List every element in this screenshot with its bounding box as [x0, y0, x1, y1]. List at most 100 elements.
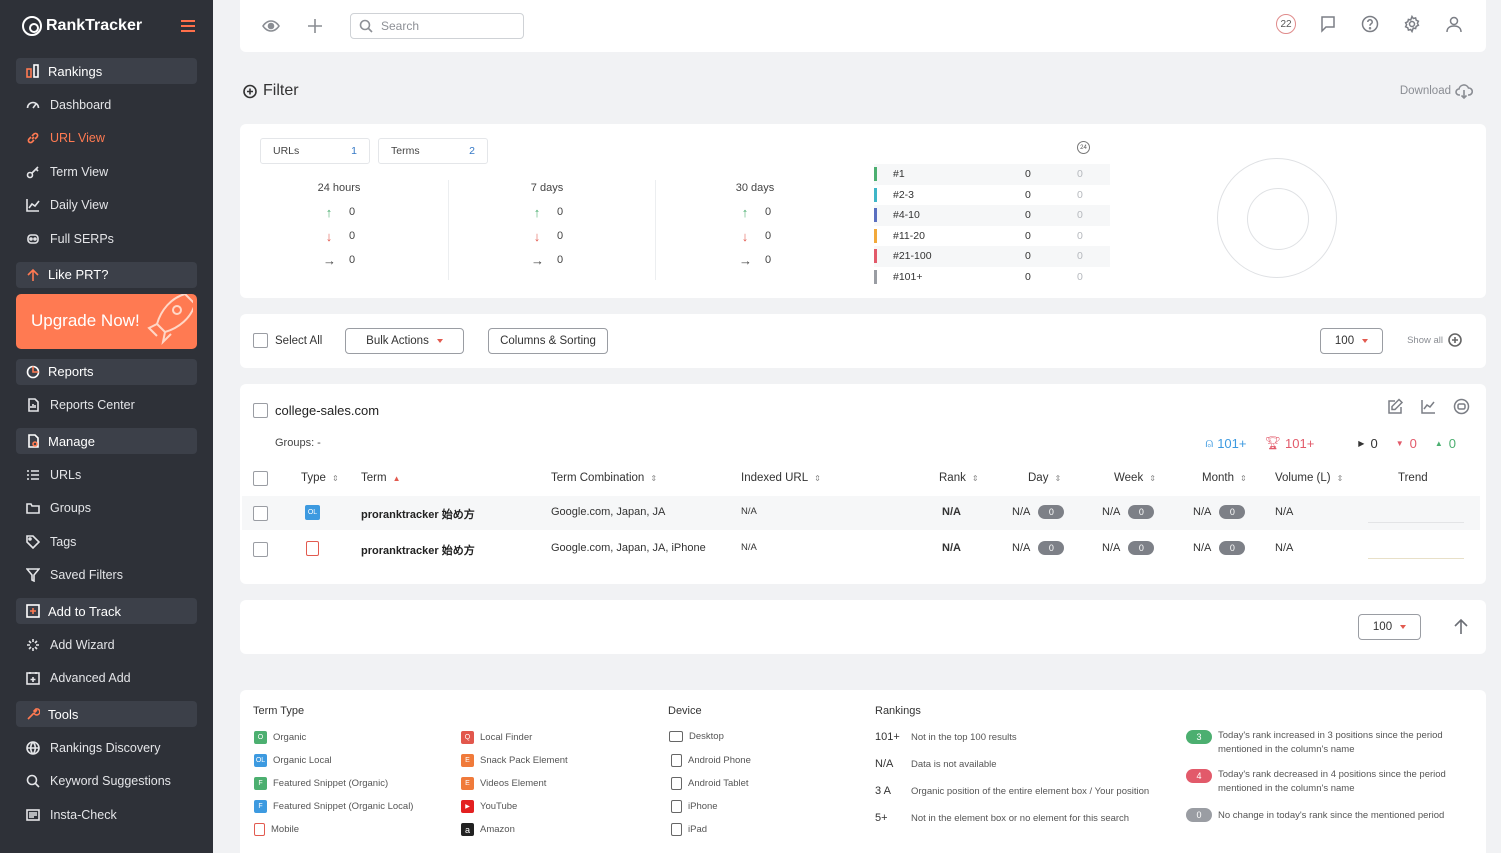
rank-count: 0	[1025, 229, 1031, 242]
edit-icon[interactable]	[1387, 398, 1404, 418]
table-row[interactable]: OL proranktracker 始め方 Google.com, Japan,…	[242, 496, 1480, 530]
robot-icon[interactable]	[1453, 398, 1470, 418]
manage-file-icon	[26, 434, 40, 448]
column-header-type[interactable]: Type ⇕	[301, 472, 339, 484]
search-box[interactable]	[350, 13, 524, 39]
sidebar-item-term-view[interactable]: Term View	[16, 155, 197, 189]
download-label: Download	[1399, 85, 1451, 97]
sidebar-item-tags[interactable]: Tags	[16, 525, 197, 559]
nav-section-tools[interactable]: Tools	[16, 701, 197, 727]
menu-toggle-icon[interactable]	[181, 20, 195, 32]
select-all[interactable]: Select All	[253, 333, 322, 348]
rank-row[interactable]: #2-3 0 0	[874, 185, 1110, 206]
download-button[interactable]: Download	[1400, 83, 1473, 99]
domain-checkbox[interactable]	[253, 403, 268, 418]
flag-icon[interactable]	[1318, 14, 1338, 34]
plus-icon[interactable]	[306, 17, 324, 35]
scroll-top-icon[interactable]	[1452, 618, 1470, 636]
sidebar-item-insta-check[interactable]: Insta-Check	[16, 798, 197, 832]
column-header-volume[interactable]: Volume (L) ⇕	[1275, 472, 1343, 484]
sidebar-item-advanced-add[interactable]: Advanced Add	[16, 662, 197, 696]
table-row[interactable]: proranktracker 始め方 Google.com, Japan, JA…	[242, 532, 1480, 566]
month-change-badge: 0	[1219, 505, 1246, 519]
snack-pack-icon: E	[461, 754, 474, 767]
nav-section-reports[interactable]: Reports	[16, 358, 197, 385]
nav-section-manage[interactable]: Manage	[16, 428, 197, 454]
terms-label: Terms	[391, 145, 420, 157]
sidebar-item-keyword-suggestions[interactable]: Keyword Suggestions	[16, 765, 197, 799]
show-all-button[interactable]: Show all	[1407, 333, 1462, 347]
robot-icon	[26, 232, 40, 246]
column-header-rank[interactable]: Rank ⇕	[939, 472, 979, 484]
rank-row[interactable]: #21-100 0 0	[874, 246, 1110, 267]
rocket-icon	[147, 293, 193, 345]
user-icon[interactable]	[1444, 14, 1464, 34]
page-size-value: 100	[1372, 621, 1393, 633]
sidebar-item-reports-center[interactable]: Reports Center	[16, 389, 197, 423]
sidebar-item-dashboard[interactable]: Dashboard	[16, 88, 197, 122]
organic-local-icon: OL	[254, 754, 267, 767]
sidebar-item-full-serps[interactable]: Full SERPs	[16, 222, 197, 256]
legend-label: Organic Local	[273, 755, 332, 766]
gear-icon[interactable]	[1402, 14, 1422, 34]
sidebar-item-add-wizard[interactable]: Add Wizard	[16, 628, 197, 662]
search-input[interactable]	[381, 19, 511, 33]
column-header-combination[interactable]: Term Combination ⇕	[551, 472, 657, 484]
chart-icon[interactable]	[1420, 398, 1437, 418]
nav-section-rankings[interactable]: Rankings	[16, 58, 197, 84]
key-icon	[26, 165, 40, 179]
sidebar-item-groups[interactable]: Groups	[16, 492, 197, 526]
sort-icon: ⇕	[331, 473, 339, 483]
term-text[interactable]: proranktracker 始め方	[361, 542, 475, 558]
terms-count-pill[interactable]: Terms 2	[378, 138, 488, 164]
nav-section-like[interactable]: Like PRT?	[16, 261, 197, 288]
rank-row[interactable]: #1 0 0	[874, 164, 1110, 185]
rank-color-bar	[874, 228, 877, 243]
domain-name[interactable]: college-sales.com	[275, 403, 379, 418]
sidebar-item-daily-view[interactable]: Daily View	[16, 189, 197, 223]
select-all-rows-checkbox[interactable]	[253, 471, 268, 486]
arrow-down-icon: ↓	[533, 228, 541, 244]
globe-icon	[26, 740, 40, 755]
stat-increased: ▲ 0	[1435, 436, 1456, 451]
column-header-week[interactable]: Week ⇕	[1114, 472, 1156, 484]
sidebar-item-urls[interactable]: URLs	[16, 458, 197, 492]
period-up-count: 0	[556, 206, 564, 218]
rank-row[interactable]: #101+ 0 0	[874, 267, 1110, 288]
notification-badge[interactable]: 22	[1276, 14, 1296, 34]
rank-row[interactable]: #11-20 0 0	[874, 226, 1110, 247]
legend-label: Amazon	[480, 824, 515, 835]
columns-sorting-button[interactable]: Columns & Sorting	[488, 328, 608, 354]
bulk-actions-dropdown[interactable]: Bulk Actions	[345, 328, 464, 354]
select-all-checkbox[interactable]	[253, 333, 268, 348]
rank-row[interactable]: #4-10 0 0	[874, 205, 1110, 226]
nav-section-add-to-track[interactable]: Add to Track	[16, 598, 197, 624]
column-header-month[interactable]: Month ⇕	[1202, 472, 1247, 484]
domain-stats: ⍝ 101+ 🏆︎ 101+ ▶ 0 ▼ 0 ▲ 0	[1205, 435, 1456, 451]
page-size-select[interactable]: 100	[1320, 328, 1383, 354]
sidebar-item-saved-filters[interactable]: Saved Filters	[16, 559, 197, 593]
sidebar-header: RankTracker	[0, 0, 213, 52]
column-header-term[interactable]: Term ▲	[361, 472, 400, 484]
upgrade-button[interactable]: Upgrade Now!	[16, 293, 197, 349]
row-checkbox[interactable]	[253, 506, 268, 521]
help-icon[interactable]	[1360, 14, 1380, 34]
app-logo[interactable]: RankTracker	[22, 16, 142, 36]
month-change-badge: 0	[1219, 541, 1246, 555]
urls-count-pill[interactable]: URLs 1	[260, 138, 370, 164]
column-header-day[interactable]: Day ⇕	[1028, 472, 1061, 484]
column-header-indexed-url[interactable]: Indexed URL ⇕	[741, 472, 821, 484]
rank-label: #4-10	[893, 209, 920, 222]
row-checkbox[interactable]	[253, 542, 268, 557]
page-size-select[interactable]: 100	[1358, 614, 1421, 640]
sidebar-item-url-view[interactable]: URL View	[16, 122, 197, 156]
filter-toggle[interactable]: Filter	[243, 82, 299, 100]
arrow-up-icon: ↑	[741, 204, 749, 220]
refresh-24h-icon[interactable]: 24	[1077, 141, 1090, 154]
sidebar-item-rankings-discovery[interactable]: Rankings Discovery	[16, 731, 197, 765]
rank-color-bar	[874, 269, 877, 284]
legend-label: Organic position of the entire element b…	[911, 785, 1150, 797]
legend-label: Local Finder	[480, 732, 533, 743]
term-text[interactable]: proranktracker 始め方	[361, 506, 475, 522]
eye-icon[interactable]	[262, 17, 280, 35]
